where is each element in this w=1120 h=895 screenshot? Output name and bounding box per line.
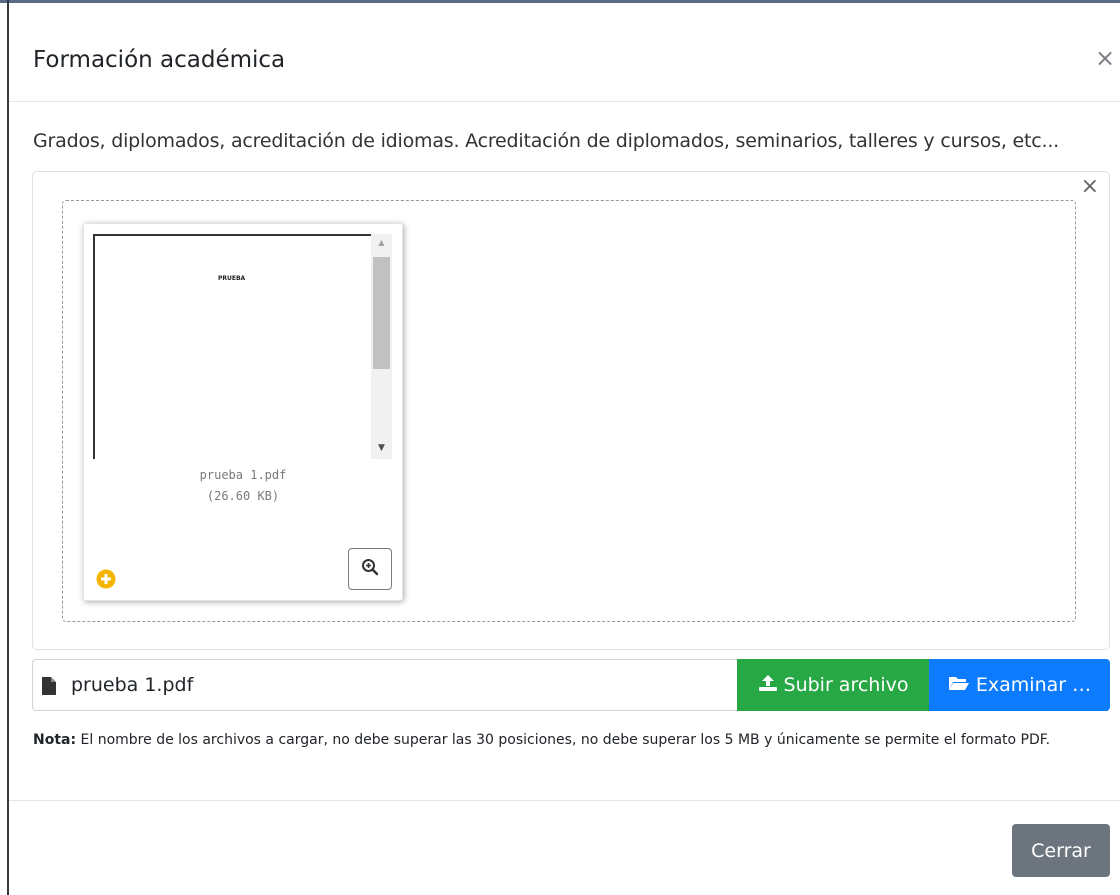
scroll-down-arrow-icon[interactable]: ▼ (371, 441, 392, 455)
thumbnail-file-size: (26.60 KB) (206, 489, 280, 503)
zoom-in-icon (361, 558, 379, 580)
pdf-preview[interactable]: PRUEBA ▲ ▼ (93, 234, 392, 459)
remove-preview-button[interactable]: × (1081, 174, 1099, 199)
note-label: Nota: (33, 732, 77, 748)
upload-icon (758, 674, 778, 697)
modal-backdrop-edge-left (7, 0, 9, 895)
plus-circle-icon (96, 569, 116, 589)
pdf-scrollbar[interactable]: ▲ ▼ (371, 234, 392, 459)
pdf-page: PRUEBA (93, 234, 373, 459)
file-icon (41, 676, 58, 696)
file-caption[interactable]: prueba 1.pdf (32, 659, 738, 711)
modal-close-button[interactable]: × (1093, 46, 1117, 71)
browse-button-label: Examinar … (975, 674, 1092, 696)
browse-button[interactable]: Examinar … (929, 659, 1110, 711)
thumbnail-file-name: prueba 1.pdf (199, 468, 287, 482)
close-button[interactable]: Cerrar (1012, 824, 1110, 877)
modal-description: Grados, diplomados, acreditación de idio… (33, 130, 1060, 152)
modal-header: Formación académica × (9, 3, 1120, 102)
file-input-group: prueba 1.pdf Subir archivo Examinar … (32, 659, 1110, 711)
folder-open-icon (948, 674, 970, 696)
file-thumbnail: PRUEBA ▲ ▼ prueba 1.pdf (26.60 KB) (83, 223, 403, 601)
pdf-scroll-thumb[interactable] (373, 257, 390, 369)
upload-file-button[interactable]: Subir archivo (737, 659, 929, 711)
pdf-page-text: PRUEBA (218, 275, 246, 282)
scroll-up-arrow-icon[interactable]: ▲ (371, 236, 392, 250)
file-preview-frame: × PRUEBA ▲ ▼ prueba 1.pdf (26.60 KB) (32, 171, 1110, 650)
upload-file-button-label: Subir archivo (783, 674, 909, 696)
file-drop-zone[interactable]: PRUEBA ▲ ▼ prueba 1.pdf (26.60 KB) (62, 200, 1076, 622)
zoom-button[interactable] (348, 548, 392, 590)
modal-title: Formación académica (33, 47, 286, 73)
file-caption-text: prueba 1.pdf (71, 674, 194, 696)
modal-footer-divider (9, 800, 1120, 801)
note-text: El nombre de los archivos a cargar, no d… (80, 732, 1051, 748)
upload-note: Nota: El nombre de los archivos a cargar… (33, 726, 1093, 754)
